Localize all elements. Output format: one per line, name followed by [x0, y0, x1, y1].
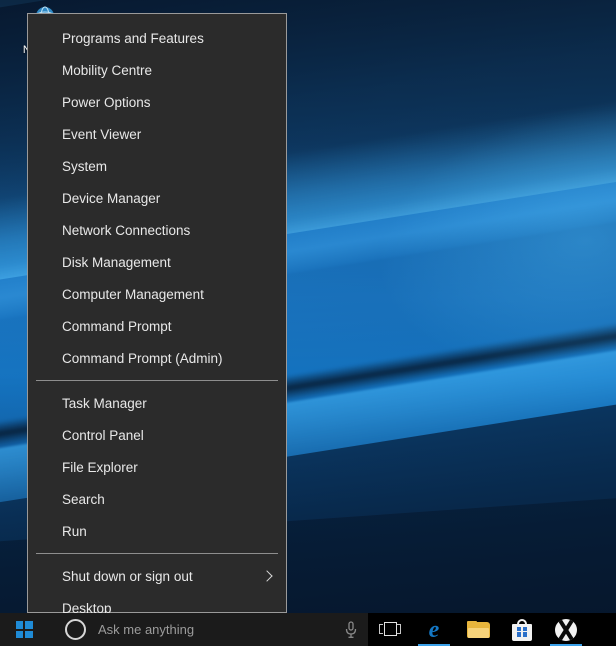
win-x-power-menu[interactable]: Programs and Features Mobility Centre Po… — [27, 13, 287, 613]
microphone-icon[interactable] — [334, 613, 368, 646]
file-explorer-button[interactable] — [456, 613, 500, 646]
windows-desktop: Network Programs and Features Mobility C… — [0, 0, 616, 646]
menu-item-label: Command Prompt — [62, 319, 274, 334]
menu-item-shut-down-or-sign-out[interactable]: Shut down or sign out — [28, 560, 286, 592]
edge-icon: e — [429, 618, 440, 642]
menu-item-label: Computer Management — [62, 287, 274, 302]
xbox-button[interactable] — [544, 613, 588, 646]
wallpaper-glow — [358, 98, 616, 402]
microsoft-edge-button[interactable]: e — [412, 613, 456, 646]
menu-item-search[interactable]: Search — [28, 483, 286, 515]
menu-item-label: Mobility Centre — [62, 63, 274, 78]
menu-item-computer-management[interactable]: Computer Management — [28, 278, 286, 310]
menu-item-label: Power Options — [62, 95, 274, 110]
menu-item-label: File Explorer — [62, 460, 274, 475]
folder-icon — [467, 621, 490, 638]
menu-item-label: Task Manager — [62, 396, 274, 411]
menu-item-network-connections[interactable]: Network Connections — [28, 214, 286, 246]
search-placeholder: Ask me anything — [98, 622, 334, 637]
menu-item-label: Command Prompt (Admin) — [62, 351, 274, 366]
menu-item-power-options[interactable]: Power Options — [28, 86, 286, 118]
menu-separator — [36, 380, 278, 381]
menu-item-label: Network Connections — [62, 223, 274, 238]
menu-item-label: Shut down or sign out — [62, 569, 254, 584]
menu-item-label: Control Panel — [62, 428, 274, 443]
task-view-button[interactable] — [368, 613, 412, 646]
menu-item-label: System — [62, 159, 274, 174]
menu-item-device-manager[interactable]: Device Manager — [28, 182, 286, 214]
menu-item-command-prompt-admin[interactable]: Command Prompt (Admin) — [28, 342, 286, 374]
menu-separator — [36, 553, 278, 554]
chevron-right-icon — [262, 570, 274, 582]
menu-item-event-viewer[interactable]: Event Viewer — [28, 118, 286, 150]
menu-item-label: Disk Management — [62, 255, 274, 270]
menu-item-command-prompt[interactable]: Command Prompt — [28, 310, 286, 342]
xbox-icon — [555, 619, 577, 641]
store-bag-icon — [512, 619, 532, 641]
microsoft-store-button[interactable] — [500, 613, 544, 646]
menu-item-system[interactable]: System — [28, 150, 286, 182]
search-input[interactable]: Ask me anything — [48, 613, 368, 646]
task-view-icon — [379, 622, 401, 637]
cortana-circle-icon[interactable] — [65, 619, 86, 640]
menu-item-programs-and-features[interactable]: Programs and Features — [28, 22, 286, 54]
taskbar: Ask me anything e — [0, 613, 616, 646]
menu-item-task-manager[interactable]: Task Manager — [28, 387, 286, 419]
menu-item-label: Run — [62, 524, 274, 539]
menu-item-mobility-centre[interactable]: Mobility Centre — [28, 54, 286, 86]
windows-logo-icon — [16, 621, 33, 638]
start-button[interactable] — [0, 613, 48, 646]
menu-item-file-explorer[interactable]: File Explorer — [28, 451, 286, 483]
menu-item-disk-management[interactable]: Disk Management — [28, 246, 286, 278]
menu-item-control-panel[interactable]: Control Panel — [28, 419, 286, 451]
menu-item-run[interactable]: Run — [28, 515, 286, 547]
menu-item-label: Event Viewer — [62, 127, 274, 142]
menu-item-label: Programs and Features — [62, 31, 274, 46]
menu-item-label: Device Manager — [62, 191, 274, 206]
menu-item-label: Search — [62, 492, 274, 507]
